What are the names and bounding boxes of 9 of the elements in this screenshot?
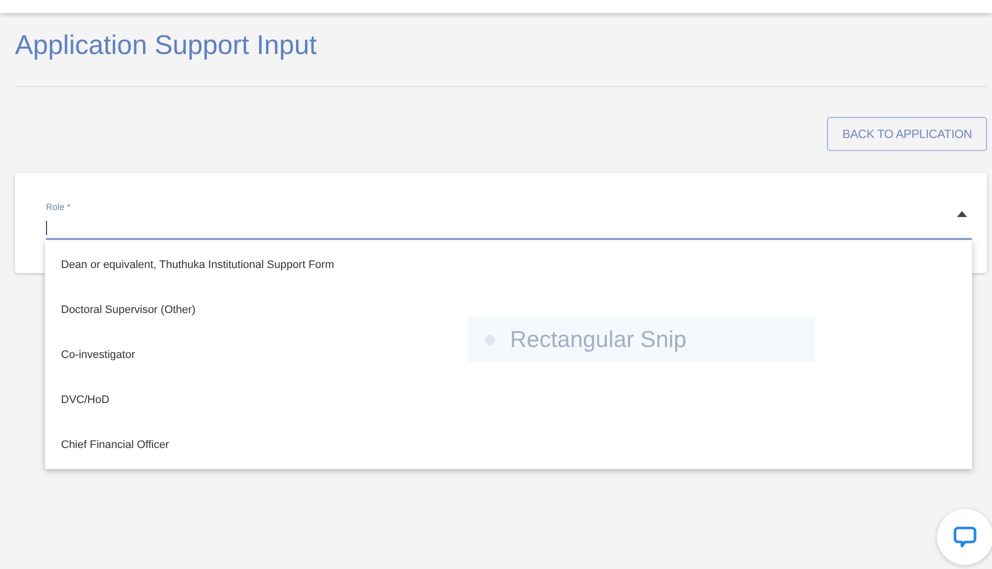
page-title: Application Support Input: [15, 29, 318, 61]
chat-bubble-icon: [953, 525, 977, 549]
field-label: Role *: [46, 202, 71, 212]
menu-option[interactable]: Dean or equivalent, Thuthuka Institutional Support Form: [45, 242, 972, 287]
menu-option[interactable]: DVC/HoD: [45, 377, 972, 422]
chat-button[interactable]: [937, 509, 992, 565]
dropdown-arrow-icon[interactable]: [956, 210, 968, 218]
dot-icon: [484, 334, 496, 346]
menu-option[interactable]: Chief Financial Officer: [45, 422, 972, 467]
